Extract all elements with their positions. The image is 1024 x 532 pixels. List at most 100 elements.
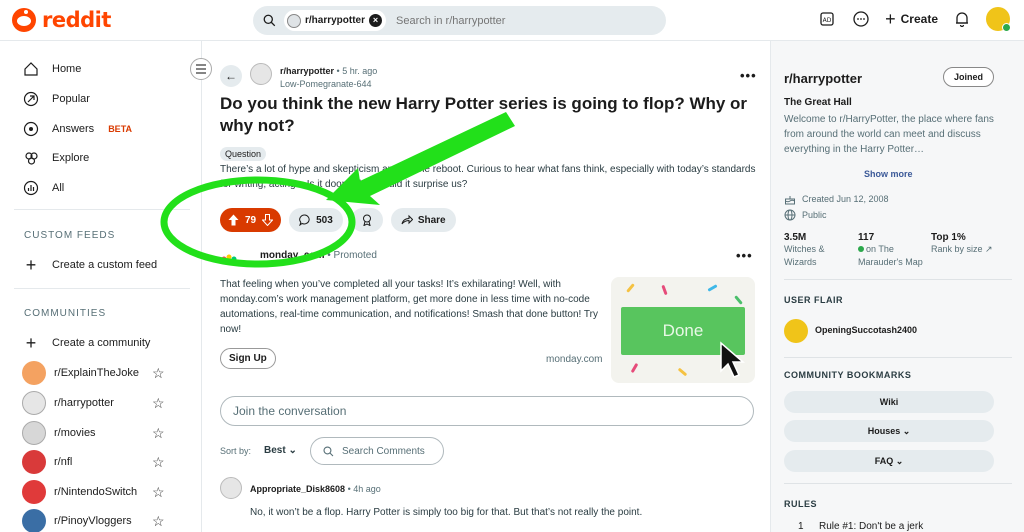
joined-button[interactable]: Joined xyxy=(943,67,995,87)
sidebar-item-home[interactable]: Home xyxy=(22,60,81,78)
join-conversation-input[interactable]: Join the conversation xyxy=(220,396,754,426)
header-actions: AD + Create xyxy=(817,7,1011,32)
custom-feeds-heading[interactable]: CUSTOM FEEDS xyxy=(24,230,115,241)
sidebar-item-label: Answers xyxy=(52,123,95,135)
community-item-movies[interactable]: r/movies ☆ xyxy=(22,421,172,445)
share-icon xyxy=(401,214,413,225)
post-subreddit-name[interactable]: r/harrypotter xyxy=(280,66,334,76)
subreddit-avatar[interactable] xyxy=(250,63,272,85)
sort-dropdown[interactable]: Best ⌄ xyxy=(264,445,297,456)
sidebar-item-all[interactable]: All xyxy=(22,179,64,197)
explore-icon xyxy=(22,149,40,167)
bookmark-houses[interactable]: Houses ⌄ xyxy=(784,420,994,442)
rank-value: Top 1% xyxy=(931,232,966,243)
members-count: 3.5M xyxy=(784,232,807,243)
plus-icon: + xyxy=(25,332,37,353)
advertiser-name[interactable]: monday_com xyxy=(260,250,324,261)
post-actions: 79 503 Share xyxy=(220,208,456,232)
star-icon[interactable]: ☆ xyxy=(152,454,165,471)
create-label: Create xyxy=(900,12,938,26)
star-icon[interactable]: ☆ xyxy=(152,484,165,501)
community-item-pinoyvloggers[interactable]: r/PinoyVloggers ☆ xyxy=(22,509,172,532)
chevron-down-icon: ⌄ xyxy=(288,445,297,456)
sidebar-item-answers[interactable]: Answers BETA xyxy=(22,120,132,138)
top-header: reddit r/harrypotter × AD + Create xyxy=(0,0,1024,41)
confetti xyxy=(661,284,668,296)
sidebar-item-popular[interactable]: Popular xyxy=(22,90,90,108)
chat-icon[interactable] xyxy=(851,9,871,29)
members-label: Witches & Wizards xyxy=(784,244,825,267)
award-icon xyxy=(362,214,371,226)
community-avatar xyxy=(22,391,46,415)
ad-more-options-icon[interactable]: ••• xyxy=(736,248,753,263)
rule-item[interactable]: Rule #1: Don't be a jerk xyxy=(819,521,923,532)
community-item-explainthejoke[interactable]: r/ExplainTheJoke ☆ xyxy=(22,361,172,385)
cake-icon xyxy=(785,196,795,205)
create-custom-feed[interactable]: + Create a custom feed xyxy=(22,255,157,275)
post-subreddit[interactable]: r/harrypotter • 5 hr. ago xyxy=(280,66,377,76)
create-button[interactable]: + Create xyxy=(885,10,938,28)
community-item-nintendoswitch[interactable]: r/NintendoSwitch ☆ xyxy=(22,480,172,504)
sidebar-divider xyxy=(784,357,1012,358)
bookmark-wiki[interactable]: Wiki xyxy=(784,391,994,413)
share-button[interactable]: Share xyxy=(390,208,456,232)
bookmark-label: Houses xyxy=(867,426,901,436)
star-icon[interactable]: ☆ xyxy=(152,395,165,412)
sidebar-item-explore[interactable]: Explore xyxy=(22,149,89,167)
award-button[interactable] xyxy=(350,208,383,232)
answers-icon xyxy=(22,120,40,138)
post-flair[interactable]: Question xyxy=(220,147,267,161)
comments-button[interactable]: 503 xyxy=(289,208,343,232)
plus-icon: + xyxy=(885,9,896,29)
sort-by-label: Sort by: xyxy=(220,446,252,456)
commenter-avatar[interactable] xyxy=(220,477,242,499)
post-author[interactable]: Low-Pomegranate-644 xyxy=(280,79,372,89)
clear-chip-icon[interactable]: × xyxy=(369,14,383,27)
create-community[interactable]: + Create a community xyxy=(22,332,151,353)
monday-logo-icon[interactable] xyxy=(220,248,238,266)
ad-domain[interactable]: monday.com xyxy=(546,354,603,365)
subreddit-avatar xyxy=(287,13,301,28)
reddit-logo[interactable]: reddit xyxy=(12,8,111,32)
search-comments-input[interactable]: Search Comments xyxy=(310,437,444,465)
star-icon[interactable]: ☆ xyxy=(152,513,165,530)
user-flair-name[interactable]: OpeningSuccotash2400 xyxy=(815,325,917,335)
rank-label[interactable]: Rank by size ↗ xyxy=(931,243,993,256)
subreddit-search-chip[interactable]: r/harrypotter × xyxy=(284,10,387,31)
ad-image[interactable]: Done xyxy=(611,277,755,383)
post-body: There’s a lot of hype and skepticism aro… xyxy=(220,164,756,190)
star-icon[interactable]: ☆ xyxy=(152,425,165,442)
notifications-bell-icon[interactable] xyxy=(952,9,972,29)
created-date: Created Jun 12, 2008 xyxy=(802,194,889,204)
rule-number: 1 xyxy=(798,521,804,532)
search-icon xyxy=(323,445,334,456)
sidebar-item-label: Home xyxy=(52,63,82,75)
ad-body: That feeling when you’ve completed all y… xyxy=(220,279,598,335)
comment-body: No, it won’t be a flop. Harry Potter is … xyxy=(250,507,643,518)
sidebar-item-label: Explore xyxy=(52,152,90,164)
advertise-icon[interactable]: AD xyxy=(817,9,837,29)
search-bar[interactable]: r/harrypotter × xyxy=(253,6,666,35)
community-avatar xyxy=(22,450,46,474)
collapse-sidebar-button[interactable] xyxy=(190,58,212,80)
community-name: r/harrypotter xyxy=(54,397,114,409)
show-more-link[interactable]: Show more xyxy=(864,169,913,179)
upvote-icon[interactable] xyxy=(228,214,239,226)
create-community-label: Create a community xyxy=(52,337,151,349)
back-button[interactable]: ← xyxy=(220,65,242,87)
sign-up-button[interactable]: Sign Up xyxy=(220,348,276,369)
community-item-nfl[interactable]: r/nfl ☆ xyxy=(22,450,172,474)
bookmark-faq[interactable]: FAQ ⌄ xyxy=(784,450,994,472)
logo-text: reddit xyxy=(42,8,111,32)
downvote-icon[interactable] xyxy=(262,214,274,226)
star-icon[interactable]: ☆ xyxy=(152,365,165,382)
search-input[interactable] xyxy=(396,14,627,27)
community-item-harrypotter[interactable]: r/harrypotter ☆ xyxy=(22,391,172,415)
communities-heading[interactable]: COMMUNITIES xyxy=(24,308,106,319)
ad-advertiser[interactable]: monday_com • Promoted xyxy=(260,250,377,261)
community-avatar xyxy=(22,480,46,504)
sort-value: Best xyxy=(264,445,286,456)
post-more-options-icon[interactable]: ••• xyxy=(740,68,757,83)
comment-author[interactable]: Appropriate_Disk8608 xyxy=(250,484,345,494)
user-avatar[interactable] xyxy=(986,7,1011,32)
